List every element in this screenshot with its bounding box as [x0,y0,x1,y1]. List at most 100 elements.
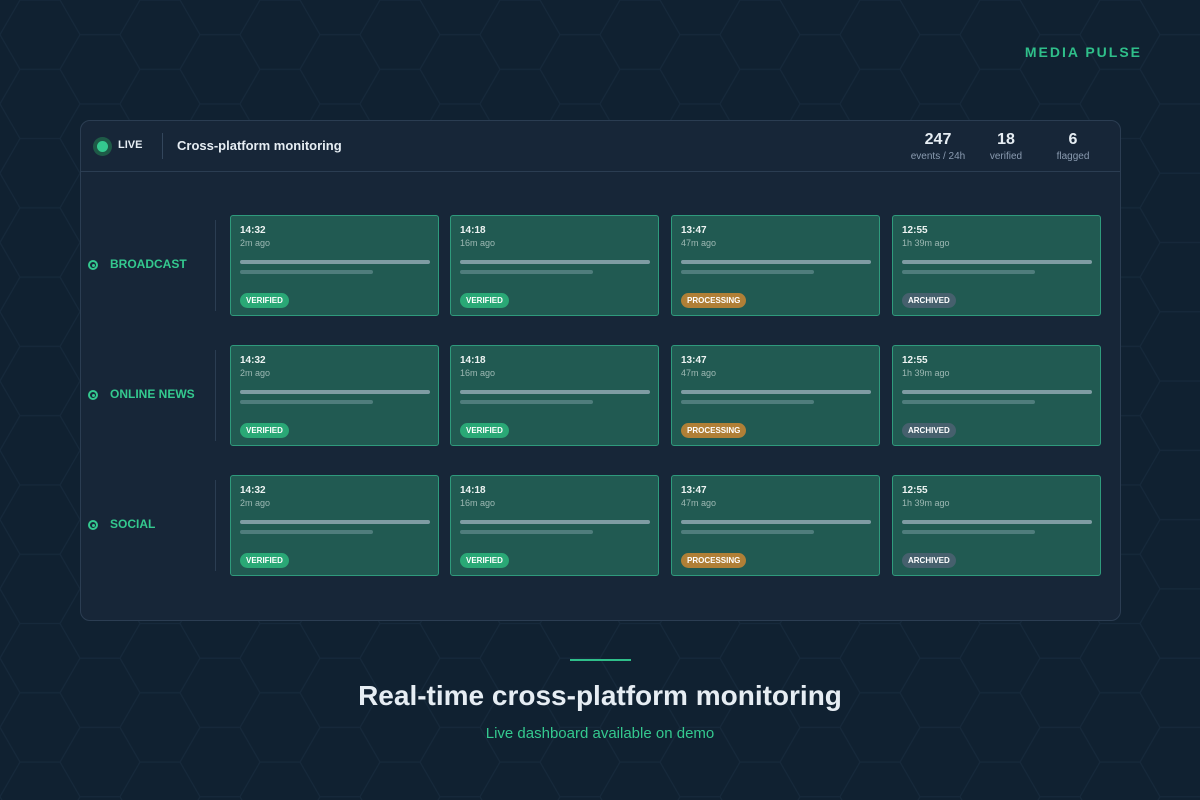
panel-title: Cross-platform monitoring [177,138,342,153]
content-placeholder-line [460,390,650,394]
status-badge: VERIFIED [460,293,509,308]
event-relative-time: 1h 39m ago [902,498,950,508]
footer-title: Real-time cross-platform monitoring [358,680,842,711]
accent-divider [570,659,631,661]
event-relative-time: 1h 39m ago [902,368,950,378]
live-indicator-icon [93,137,112,156]
content-placeholder-line [681,400,814,404]
status-badge: VERIFIED [240,553,289,568]
event-time: 14:32 [240,485,266,496]
status-badge: ARCHIVED [902,293,956,308]
event-time: 14:18 [460,485,486,496]
stat-label: events / 24h [910,151,966,162]
content-placeholder-line [681,520,871,524]
content-placeholder-line [902,520,1092,524]
content-placeholder-line [681,530,814,534]
content-placeholder-line [681,270,814,274]
channel-label[interactable]: BROADCAST [110,257,187,271]
content-placeholder-line [460,520,650,524]
channel-row: ONLINE NEWS 14:32 2m ago VERIFIED 14:18 16m a… [81,345,1120,446]
event-card[interactable]: 14:32 2m ago VERIFIED [230,475,439,576]
event-relative-time: 2m ago [240,238,271,248]
stat-value: 6 [1068,131,1078,148]
status-badge: VERIFIED [240,293,289,308]
row-divider [215,350,216,441]
channel-row: BROADCAST 14:32 2m ago VERIFIED 14:18 16m ago… [81,215,1120,316]
event-card[interactable]: 13:47 47m ago PROCESSING [671,345,880,446]
header-divider [162,133,163,159]
event-card[interactable]: 14:18 16m ago VERIFIED [450,475,659,576]
content-placeholder-line [240,390,430,394]
event-time: 14:32 [240,355,266,366]
event-time: 12:55 [902,485,928,496]
monitoring-panel: LIVE Cross-platform monitoring 247 event… [80,120,1121,621]
event-relative-time: 1h 39m ago [902,238,950,248]
content-placeholder-line [240,400,373,404]
channel-row: SOCIAL 14:32 2m ago VERIFIED 14:18 16m ago VER… [81,475,1120,576]
content-placeholder-line [240,270,373,274]
stat-events: 247 events / 24h [900,131,976,162]
content-placeholder-line [240,260,430,264]
content-placeholder-line [460,530,593,534]
status-badge: VERIFIED [460,423,509,438]
event-card[interactable]: 14:18 16m ago VERIFIED [450,345,659,446]
content-placeholder-line [902,390,1092,394]
event-card[interactable]: 12:55 1h 39m ago ARCHIVED [892,215,1101,316]
event-relative-time: 47m ago [681,498,717,508]
stat-value: 18 [997,131,1015,148]
event-relative-time: 16m ago [460,498,496,508]
status-badge: ARCHIVED [902,423,956,438]
content-placeholder-line [681,390,871,394]
event-card[interactable]: 13:47 47m ago PROCESSING [671,215,880,316]
event-relative-time: 16m ago [460,368,496,378]
event-time: 12:55 [902,225,928,236]
event-relative-time: 47m ago [681,368,717,378]
event-time: 14:32 [240,225,266,236]
panel-header: LIVE Cross-platform monitoring 247 event… [81,121,1120,172]
event-relative-time: 2m ago [240,498,271,508]
status-badge: ARCHIVED [902,553,956,568]
event-time: 13:47 [681,485,707,496]
row-divider [215,480,216,571]
event-card[interactable]: 12:55 1h 39m ago ARCHIVED [892,475,1101,576]
content-placeholder-line [240,520,430,524]
event-card[interactable]: 14:32 2m ago VERIFIED [230,215,439,316]
content-placeholder-line [460,270,593,274]
stat-verified: 18 verified [979,131,1033,162]
row-divider [215,220,216,311]
content-placeholder-line [902,530,1035,534]
status-badge: PROCESSING [681,423,747,438]
content-placeholder-line [681,260,871,264]
event-card[interactable]: 13:47 47m ago PROCESSING [671,475,880,576]
event-time: 14:18 [460,355,486,366]
event-time: 12:55 [902,355,928,366]
event-relative-time: 16m ago [460,238,496,248]
content-placeholder-line [902,270,1035,274]
live-label: LIVE [118,139,143,151]
channel-label[interactable]: ONLINE NEWS [110,387,195,401]
brand-logo: MEDIA PULSE [1024,44,1142,60]
channel-dot-icon [88,520,98,530]
status-badge: PROCESSING [681,293,747,308]
event-time: 13:47 [681,225,707,236]
content-placeholder-line [902,400,1035,404]
channel-dot-icon [88,260,98,270]
content-placeholder-line [460,400,593,404]
content-placeholder-line [902,260,1092,264]
stat-label: verified [989,151,1023,162]
status-badge: PROCESSING [681,553,747,568]
event-time: 14:18 [460,225,486,236]
stat-value: 247 [924,131,952,148]
content-placeholder-line [460,260,650,264]
event-card[interactable]: 14:18 16m ago VERIFIED [450,215,659,316]
event-relative-time: 2m ago [240,368,271,378]
footer-subtitle[interactable]: Live dashboard available on demo [0,725,1200,742]
event-relative-time: 47m ago [681,238,717,248]
event-card[interactable]: 14:32 2m ago VERIFIED [230,345,439,446]
channel-dot-icon [88,390,98,400]
channel-label[interactable]: SOCIAL [110,517,155,531]
status-badge: VERIFIED [240,423,289,438]
event-time: 13:47 [681,355,707,366]
event-card[interactable]: 12:55 1h 39m ago ARCHIVED [892,345,1101,446]
stat-label: flagged [1056,151,1090,162]
